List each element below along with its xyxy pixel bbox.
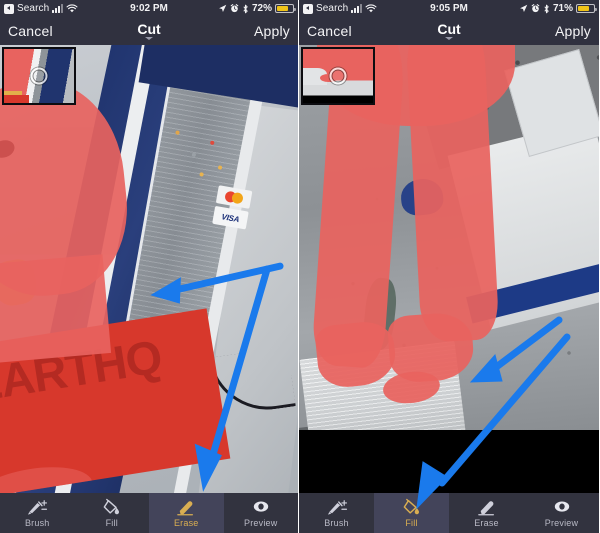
chevron-down-icon[interactable]	[445, 37, 453, 40]
edit-canvas-left[interactable]: VISA EARTHQ	[0, 45, 298, 493]
location-arrow-icon	[520, 4, 528, 12]
cancel-button[interactable]: Cancel	[8, 23, 53, 39]
magnifier-thumbnail-right	[301, 47, 375, 105]
edit-canvas-right[interactable]	[299, 45, 599, 493]
tool-fill-right[interactable]: Fill	[374, 493, 449, 533]
tool-brush-right[interactable]: Brush	[299, 493, 374, 533]
nav-bar-right: Cancel Cut Apply	[299, 17, 599, 45]
photo-statue-legs	[299, 45, 599, 493]
brush-cursor-ring-icon	[30, 67, 48, 85]
eraser-icon	[177, 501, 194, 516]
brush-icon	[327, 500, 347, 515]
tool-label: Fill	[105, 518, 118, 528]
location-arrow-icon	[219, 4, 227, 12]
status-back-label[interactable]: Search	[316, 3, 348, 14]
eye-icon	[253, 501, 268, 512]
tool-label: Erase	[474, 518, 499, 528]
apply-button[interactable]: Apply	[254, 23, 290, 39]
alarm-clock-icon	[531, 4, 540, 13]
page-title: Cut	[137, 21, 161, 37]
paint-bucket-icon	[103, 498, 119, 515]
alarm-clock-icon	[230, 4, 239, 13]
back-chevron-icon[interactable]	[303, 3, 313, 14]
eraser-icon	[477, 501, 494, 516]
magnifier-thumbnail-left	[2, 47, 76, 105]
tool-preview-right[interactable]: Preview	[524, 493, 599, 533]
paint-bucket-icon	[403, 498, 419, 515]
tool-label: Fill	[405, 518, 418, 528]
visa-logo: VISA	[211, 206, 249, 230]
payment-card-decals: VISA	[211, 185, 254, 234]
wifi-icon	[365, 3, 377, 12]
tool-label: Preview	[244, 518, 278, 528]
tool-label: Preview	[544, 518, 579, 528]
battery-percent-label: 71%	[552, 3, 573, 14]
status-bar-left-group: Search	[4, 3, 78, 14]
brush-cursor-ring-icon	[329, 67, 347, 85]
tool-brush-left[interactable]: Brush	[0, 493, 75, 533]
tool-fill-left[interactable]: Fill	[75, 493, 150, 533]
tool-label: Erase	[173, 518, 199, 528]
page-title: Cut	[437, 21, 461, 37]
photo-alien-statue: VISA EARTHQ	[0, 45, 298, 493]
panel-right: Search 9:05 PM 71% Cancel Cut Apply Brus…	[299, 0, 599, 533]
status-bar-left: Search 9:02 PM 72%	[0, 0, 298, 17]
eye-icon	[554, 501, 569, 512]
cancel-button[interactable]: Cancel	[307, 23, 352, 39]
tool-label: Brush	[324, 518, 349, 528]
status-bar-right-group: 71%	[519, 3, 597, 14]
bluetooth-icon	[243, 4, 248, 13]
mastercard-logo	[215, 185, 252, 210]
tool-erase-right[interactable]: Erase	[449, 493, 524, 533]
battery-low-power-icon	[576, 4, 597, 13]
apply-button[interactable]: Apply	[555, 23, 591, 39]
panel-left: Search 9:02 PM 72% Cancel Cut Apply VISA…	[0, 0, 299, 533]
status-bar-right: Search 9:05 PM 71%	[299, 0, 599, 17]
tool-toolbar-left: Brush Fill Erase Preview	[0, 493, 298, 533]
tool-erase-left[interactable]: Erase	[149, 493, 224, 533]
tool-preview-left[interactable]: Preview	[224, 493, 299, 533]
status-bar-right-group: 72%	[218, 3, 296, 14]
nav-bar-left: Cancel Cut Apply	[0, 17, 298, 45]
cellular-signal-icon	[52, 4, 64, 13]
tool-label: Brush	[24, 518, 50, 528]
back-chevron-icon[interactable]	[4, 3, 14, 14]
cellular-signal-icon	[351, 4, 363, 13]
comparison-screenshot: Search 9:02 PM 72% Cancel Cut Apply VISA…	[0, 0, 600, 533]
bluetooth-icon	[544, 4, 549, 13]
status-back-label[interactable]: Search	[17, 3, 49, 14]
tool-toolbar-right: Brush Fill Erase Preview	[299, 493, 599, 533]
chevron-down-icon[interactable]	[145, 37, 153, 40]
battery-percent-label: 72%	[251, 3, 272, 14]
battery-low-power-icon	[275, 4, 296, 13]
brush-icon	[28, 500, 48, 515]
wifi-icon	[66, 3, 78, 12]
status-bar-left-group: Search	[303, 3, 377, 14]
